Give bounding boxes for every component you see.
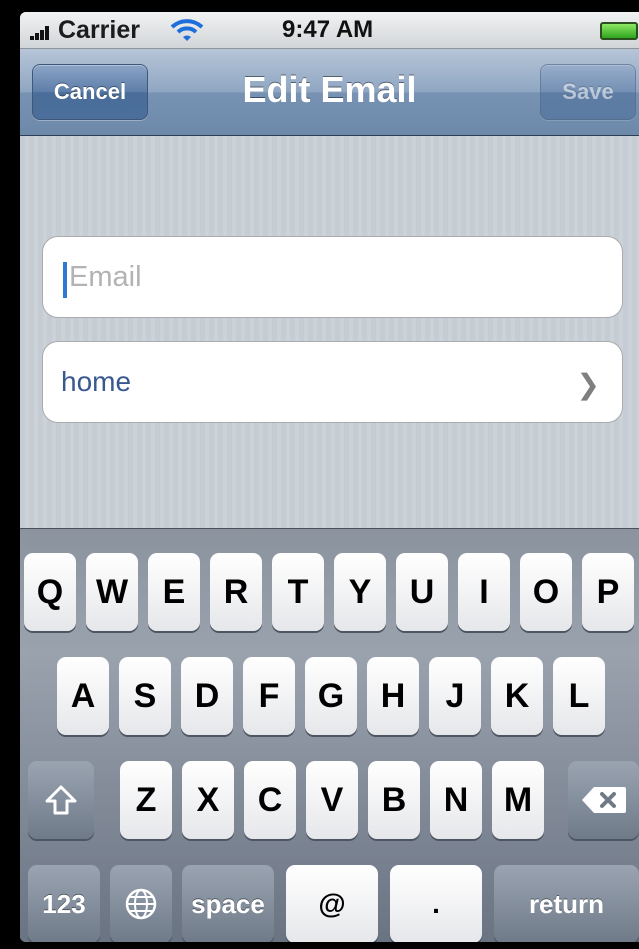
- key-z[interactable]: Z: [120, 761, 172, 839]
- key-j[interactable]: J: [429, 657, 481, 735]
- key-v[interactable]: V: [306, 761, 358, 839]
- clock: 9:47 AM: [282, 16, 374, 43]
- key-c[interactable]: C: [244, 761, 296, 839]
- key-s[interactable]: S: [119, 657, 171, 735]
- save-button[interactable]: Save: [540, 64, 636, 120]
- carrier-name: Carrier: [58, 16, 140, 44]
- key-p[interactable]: P: [582, 553, 634, 631]
- signal-strength-icon: [30, 22, 52, 40]
- key-m[interactable]: M: [492, 761, 544, 839]
- navigation-bar: Cancel Edit Email Save: [20, 49, 639, 136]
- at-key[interactable]: @: [286, 865, 378, 942]
- delete-icon: [581, 787, 626, 813]
- key-i[interactable]: I: [458, 553, 510, 631]
- key-h[interactable]: H: [367, 657, 419, 735]
- globe-key[interactable]: [110, 865, 172, 942]
- email-label-row[interactable]: home ❯: [42, 341, 623, 423]
- form-area: home ❯: [20, 136, 639, 528]
- globe-icon: [125, 888, 157, 920]
- shift-key[interactable]: [28, 761, 94, 839]
- key-u[interactable]: U: [396, 553, 448, 631]
- return-key[interactable]: return: [494, 865, 639, 942]
- space-key[interactable]: space: [182, 865, 274, 942]
- text-cursor: [63, 262, 67, 298]
- key-g[interactable]: G: [305, 657, 357, 735]
- status-bar: Carrier 9:47 AM: [20, 12, 639, 49]
- key-q[interactable]: Q: [24, 553, 76, 631]
- wifi-icon: [170, 19, 204, 41]
- email-label-value: home: [61, 366, 132, 397]
- shift-icon: [45, 785, 77, 815]
- phone-screen: Carrier 9:47 AM Cancel Edit Email Save h…: [20, 12, 639, 942]
- key-r[interactable]: R: [210, 553, 262, 631]
- key-l[interactable]: L: [553, 657, 605, 735]
- chevron-right-icon: ❯: [576, 369, 600, 400]
- key-w[interactable]: W: [86, 553, 138, 631]
- key-o[interactable]: O: [520, 553, 572, 631]
- key-t[interactable]: T: [272, 553, 324, 631]
- keyboard: 123 space @ . return QWERTYUIOP ASDFGHJKL…: [20, 528, 639, 942]
- key-d[interactable]: D: [181, 657, 233, 735]
- email-input[interactable]: [69, 257, 589, 297]
- key-k[interactable]: K: [491, 657, 543, 735]
- delete-key[interactable]: [568, 761, 639, 839]
- key-b[interactable]: B: [368, 761, 420, 839]
- dot-key[interactable]: .: [390, 865, 482, 942]
- key-f[interactable]: F: [243, 657, 295, 735]
- email-field-cell[interactable]: [42, 236, 623, 318]
- key-e[interactable]: E: [148, 553, 200, 631]
- key-n[interactable]: N: [430, 761, 482, 839]
- key-a[interactable]: A: [57, 657, 109, 735]
- key-y[interactable]: Y: [334, 553, 386, 631]
- key-x[interactable]: X: [182, 761, 234, 839]
- battery-icon: [600, 22, 638, 40]
- numbers-key[interactable]: 123: [28, 865, 100, 942]
